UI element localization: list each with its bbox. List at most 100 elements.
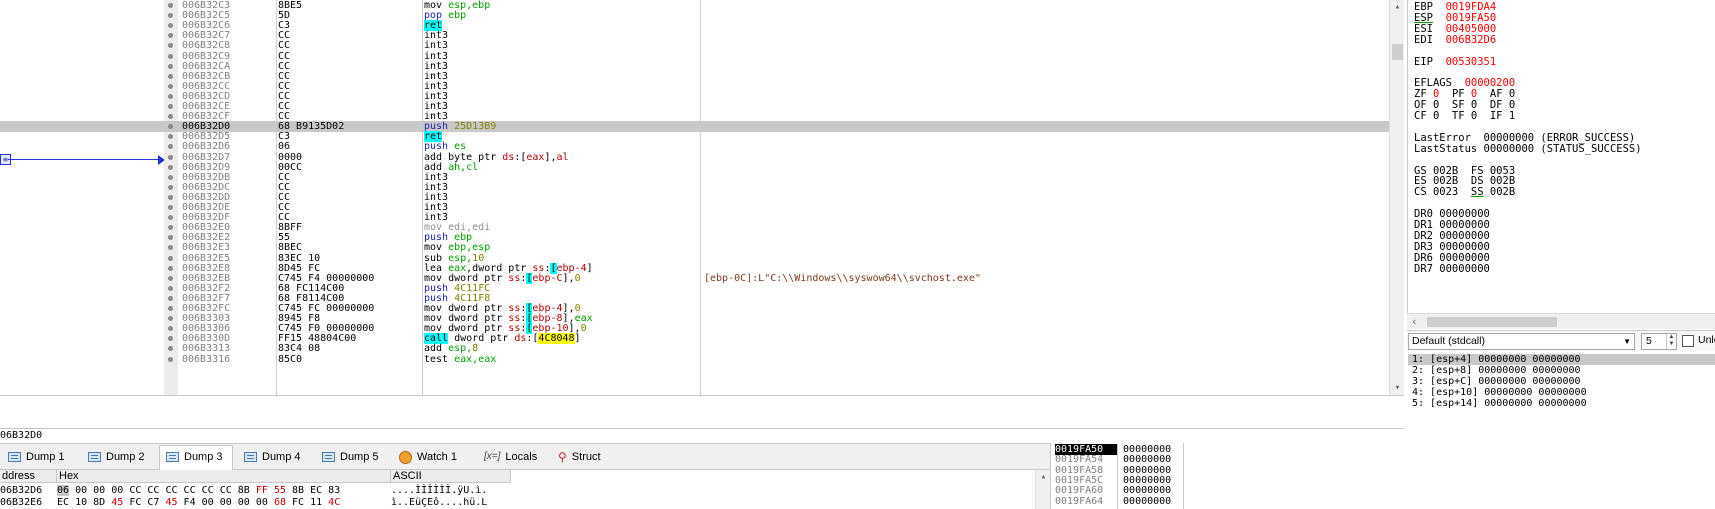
breakpoint-dot-icon[interactable] [168, 114, 173, 120]
hex-byte[interactable]: 00 [111, 485, 123, 496]
dump-header-ascii[interactable]: ASCII [391, 470, 511, 483]
breakpoint-dot-icon[interactable] [168, 63, 173, 69]
breakpoint-dot-icon[interactable] [168, 295, 173, 301]
breakpoint-dot-icon[interactable] [168, 73, 173, 79]
hex-byte[interactable]: 00 [256, 497, 268, 508]
dump-scrollbar[interactable]: ▴ [1035, 470, 1050, 509]
register-line[interactable]: DR7 00000000 [1414, 263, 1490, 275]
breakpoint-dot-icon[interactable] [168, 285, 173, 291]
register-line[interactable]: EIP 00530351 [1414, 56, 1496, 68]
hex-byte[interactable]: 00 [238, 497, 250, 508]
hex-byte[interactable]: 55 [274, 485, 286, 496]
breakpoint-dot-icon[interactable] [168, 265, 173, 271]
breakpoint-dot-icon[interactable] [168, 33, 173, 39]
breakpoint-dot-icon[interactable] [168, 356, 173, 362]
argument-row[interactable]: 2: [esp+8] 00000000 00000000 [1412, 365, 1581, 376]
hex-byte[interactable]: 00 [202, 497, 214, 508]
breakpoint-dot-icon[interactable] [168, 235, 173, 241]
breakpoint-dot-icon[interactable] [168, 275, 173, 281]
breakpoint-dot-icon[interactable] [168, 194, 173, 200]
hex-byte[interactable]: 00 [220, 497, 232, 508]
scroll-up-icon[interactable]: ▴ [1390, 0, 1404, 14]
dump-header-hex[interactable]: Hex [57, 470, 391, 483]
argument-row[interactable]: 5: [esp+14] 00000000 00000000 [1412, 398, 1587, 409]
hex-byte[interactable]: 11 [310, 497, 322, 508]
hex-byte[interactable]: F4 [184, 497, 196, 508]
hex-dump-view[interactable]: ddress Hex ASCII 06B32D6 06 00 00 00 CC C… [0, 470, 1050, 509]
stack-row[interactable]: 0019FA64 00000000 [1055, 496, 1171, 507]
tab-struct[interactable]: ⚲ Struct [552, 446, 612, 469]
hex-byte[interactable]: CC [147, 485, 159, 496]
hex-byte[interactable]: 45 [111, 497, 123, 508]
arguments-list[interactable]: 1: [esp+4] 00000000 00000000 2: [esp+8] 0… [1407, 351, 1715, 443]
breakpoint-dot-icon[interactable] [168, 255, 173, 261]
hex-byte[interactable]: CC [202, 485, 214, 496]
tab-dump-4[interactable]: Dump 4 [238, 446, 312, 469]
breakpoint-dot-icon[interactable] [168, 225, 173, 231]
breakpoint-dot-icon[interactable] [168, 245, 173, 251]
breakpoint-dot-icon[interactable] [168, 124, 173, 130]
registers-panel[interactable]: EBP 0019FDA4 ESP 0019FA50 ESI 00405000 EDI … [1407, 0, 1715, 313]
breakpoint-dot-icon[interactable] [168, 174, 173, 180]
breakpoint-dot-icon[interactable] [168, 346, 173, 352]
instruction-row[interactable]: 006B3316 85C0 test eax,eax [0, 354, 1390, 365]
disassembly-scrollbar[interactable]: ▴ ▾ [1389, 0, 1404, 395]
breakpoint-dot-icon[interactable] [168, 215, 173, 221]
tab-locals[interactable]: [x=] Locals [478, 446, 548, 469]
breakpoint-dot-icon[interactable] [168, 23, 173, 29]
dump-header-address[interactable]: ddress [0, 470, 57, 483]
hex-byte[interactable]: 00 [75, 485, 87, 496]
tab-watch-1[interactable]: Watch 1 [393, 446, 473, 469]
argument-row[interactable]: 3: [esp+C] 00000000 00000000 [1412, 376, 1581, 387]
scroll-left-icon[interactable]: ‹ [1411, 315, 1418, 328]
register-line[interactable]: EDI 006B32D6 [1414, 34, 1496, 46]
hex-byte[interactable]: 83 [328, 485, 340, 496]
breakpoint-dot-icon[interactable] [168, 104, 173, 109]
breakpoint-dot-icon[interactable] [168, 53, 173, 59]
tab-dump-1[interactable]: Dump 1 [2, 446, 76, 469]
hex-byte[interactable]: 06 [57, 485, 70, 496]
scroll-up-icon[interactable]: ▴ [1036, 470, 1051, 484]
breakpoint-dot-icon[interactable] [168, 316, 173, 322]
breakpoint-dot-icon[interactable] [168, 326, 173, 332]
hex-byte[interactable]: CC [220, 485, 232, 496]
breakpoint-dot-icon[interactable] [168, 154, 173, 160]
hex-byte[interactable]: EC [57, 497, 69, 508]
breakpoint-dot-icon[interactable] [168, 184, 173, 190]
breakpoint-dot-icon[interactable] [168, 93, 173, 99]
hex-byte[interactable]: FF [256, 485, 268, 496]
breakpoint-dot-icon[interactable] [168, 134, 173, 140]
register-line[interactable]: LastStatus 00000000 (STATUS_SUCCESS) [1414, 143, 1642, 155]
breakpoint-dot-icon[interactable] [168, 13, 173, 19]
spinner-arrows-icon[interactable]: ▲ ▼ [1666, 334, 1676, 349]
breakpoint-dot-icon[interactable] [168, 336, 173, 342]
register-line[interactable]: CS 0023 SS 002B [1414, 186, 1515, 198]
hex-byte[interactable]: FC [292, 497, 304, 508]
hex-byte[interactable]: 00 [93, 485, 105, 496]
hex-byte[interactable]: 68 [274, 497, 286, 508]
breakpoint-dot-icon[interactable] [168, 83, 173, 89]
tab-dump-2[interactable]: Dump 2 [82, 446, 156, 469]
stack-view[interactable]: 0019FA50 00000000 0019FA54 00000000 0019FA… [1050, 443, 1715, 509]
scrollbar-thumb[interactable] [1392, 44, 1403, 60]
scrollbar-thumb[interactable] [1427, 317, 1557, 327]
hex-byte[interactable]: CC [129, 485, 141, 496]
hex-byte[interactable]: EC [310, 485, 322, 496]
breakpoint-dot-icon[interactable] [168, 205, 173, 210]
disassembly-view[interactable]: ≡ 006B32C3 8BE5 mov esp,ebp 006B32C5 5D pop e… [0, 0, 1404, 395]
hex-byte[interactable]: 45 [165, 497, 177, 508]
registers-hscrollbar[interactable]: ‹ [1407, 313, 1715, 329]
argument-count-spinner[interactable]: 5 ▲ ▼ [1641, 333, 1677, 350]
breakpoint-dot-icon[interactable] [168, 306, 173, 311]
hex-byte[interactable]: C7 [147, 497, 159, 508]
breakpoint-dot-icon[interactable] [168, 144, 173, 150]
scroll-down-icon[interactable]: ▾ [1390, 381, 1404, 395]
hex-byte[interactable]: 10 [75, 497, 87, 508]
breakpoint-dot-icon[interactable] [168, 164, 173, 170]
hex-byte[interactable]: 8D [93, 497, 105, 508]
register-line[interactable]: CF 0 TF 0 IF 1 [1414, 110, 1515, 122]
argument-row[interactable]: 1: [esp+4] 00000000 00000000 [1408, 354, 1715, 365]
hex-byte[interactable]: 8B [238, 485, 250, 496]
argument-row[interactable]: 4: [esp+10] 00000000 00000000 [1412, 387, 1587, 398]
hex-byte[interactable]: 8B [292, 485, 304, 496]
